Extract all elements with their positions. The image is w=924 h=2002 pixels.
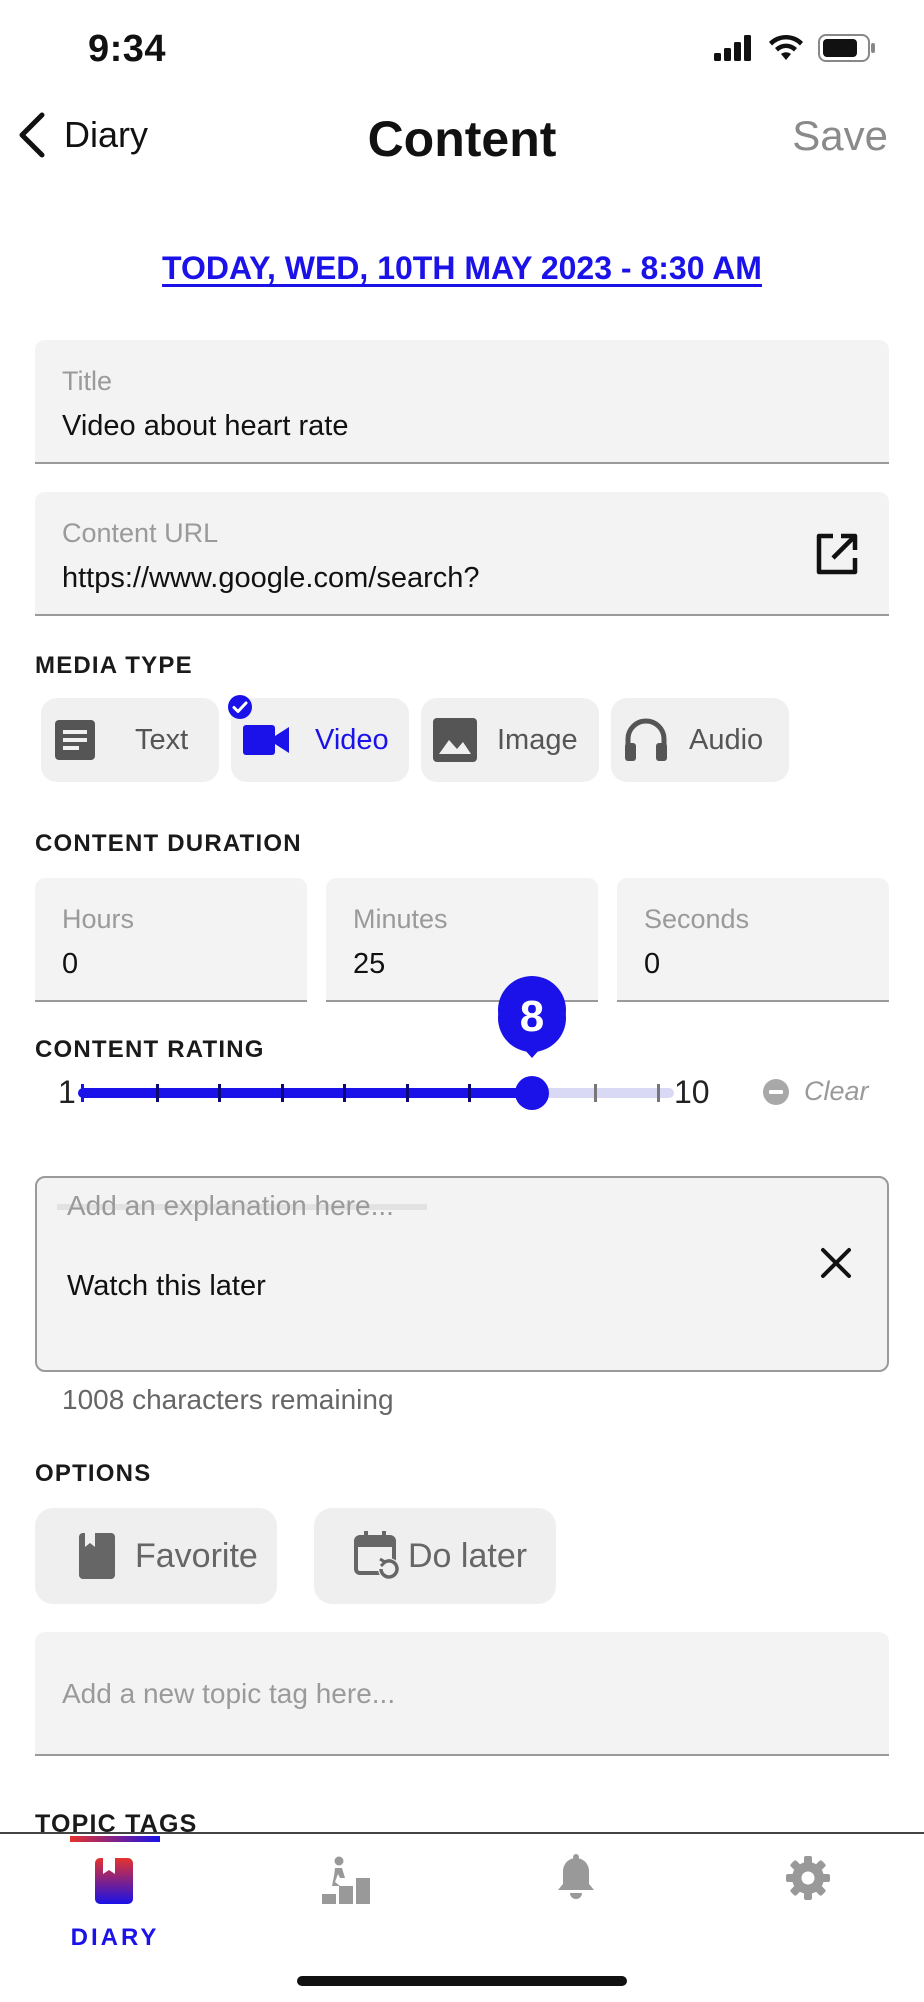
bell-icon[interactable]: [556, 1854, 596, 1902]
gear-icon[interactable]: [786, 1856, 830, 1900]
rating-slider[interactable]: [70, 976, 680, 1116]
wifi-icon: [769, 34, 803, 60]
diary-book-icon: [95, 1858, 133, 1904]
explanation-value: Watch this later: [67, 1270, 266, 1302]
date-link[interactable]: TODAY, WED, 10TH MAY 2023 - 8:30 AM: [0, 250, 924, 287]
open-external-icon[interactable]: [815, 532, 859, 576]
bookmark-book-icon: [79, 1533, 115, 1579]
media-type-image[interactable]: Image: [421, 698, 599, 782]
status-time: 9:34: [88, 28, 167, 70]
progress-stairs-icon[interactable]: [322, 1856, 370, 1904]
headphones-icon: [625, 718, 667, 761]
topic-tag-input[interactable]: Add a new topic tag here...: [35, 1632, 889, 1756]
seconds-label: Seconds: [644, 904, 750, 934]
slider-value-label: 8: [519, 992, 545, 1041]
battery-icon: [818, 34, 875, 62]
checkmark-circle-icon: [228, 695, 252, 719]
favorite-button[interactable]: Favorite: [35, 1508, 277, 1604]
close-icon[interactable]: [819, 1246, 853, 1280]
title-field-label: Title: [62, 366, 113, 396]
media-type-image-label: Image: [497, 723, 578, 756]
tab-bar: DIARY: [0, 1832, 924, 2002]
calendar-refresh-icon: [354, 1531, 400, 1580]
topic-tag-placeholder: Add a new topic tag here...: [62, 1678, 396, 1709]
slider-fill: [78, 1088, 532, 1098]
media-type-audio[interactable]: Audio: [611, 698, 789, 782]
videocam-icon: [243, 725, 289, 755]
favorite-label: Favorite: [135, 1536, 258, 1575]
article-icon: [55, 720, 95, 760]
do-later-button[interactable]: Do later: [314, 1508, 556, 1604]
save-button[interactable]: Save: [792, 112, 888, 160]
clear-rating-button[interactable]: Clear: [762, 1076, 869, 1107]
signal-icon: [714, 35, 751, 61]
content-url-value: https://www.google.com/search?: [62, 562, 480, 594]
media-type-audio-label: Audio: [689, 723, 764, 756]
title-field[interactable]: Title Video about heart rate: [35, 340, 889, 464]
media-type-text[interactable]: Text: [41, 698, 219, 782]
options-heading: OPTIONS: [35, 1460, 152, 1487]
media-type-heading: MEDIA TYPE: [35, 652, 193, 679]
media-type-video-label: Video: [315, 723, 389, 756]
tab-diary-label: DIARY: [70, 1924, 160, 1951]
page-title: Content: [367, 111, 557, 167]
minutes-label: Minutes: [353, 904, 448, 934]
do-later-label: Do later: [408, 1536, 528, 1575]
explanation-textarea[interactable]: Add an explanation here... Watch this la…: [35, 1176, 889, 1372]
clear-label: Clear: [804, 1076, 869, 1106]
minus-circle-icon: [763, 1078, 789, 1105]
hours-label: Hours: [62, 904, 135, 934]
media-type-text-label: Text: [135, 723, 189, 756]
content-duration-heading: CONTENT DURATION: [35, 830, 302, 857]
media-type-video[interactable]: Video: [228, 695, 409, 782]
content-url-label: Content URL: [62, 518, 219, 548]
characters-remaining: 1008 characters remaining: [62, 1384, 394, 1415]
active-tab-indicator: [70, 1836, 160, 1842]
home-indicator: [297, 1976, 627, 1986]
tab-diary[interactable]: DIARY: [55, 1852, 175, 1972]
content-url-field[interactable]: Content URL https://www.google.com/searc…: [35, 492, 889, 616]
status-icons: [714, 34, 876, 62]
image-icon: [433, 718, 477, 762]
explanation-placeholder: Add an explanation here...: [67, 1190, 394, 1221]
title-field-value: Video about heart rate: [62, 410, 349, 442]
